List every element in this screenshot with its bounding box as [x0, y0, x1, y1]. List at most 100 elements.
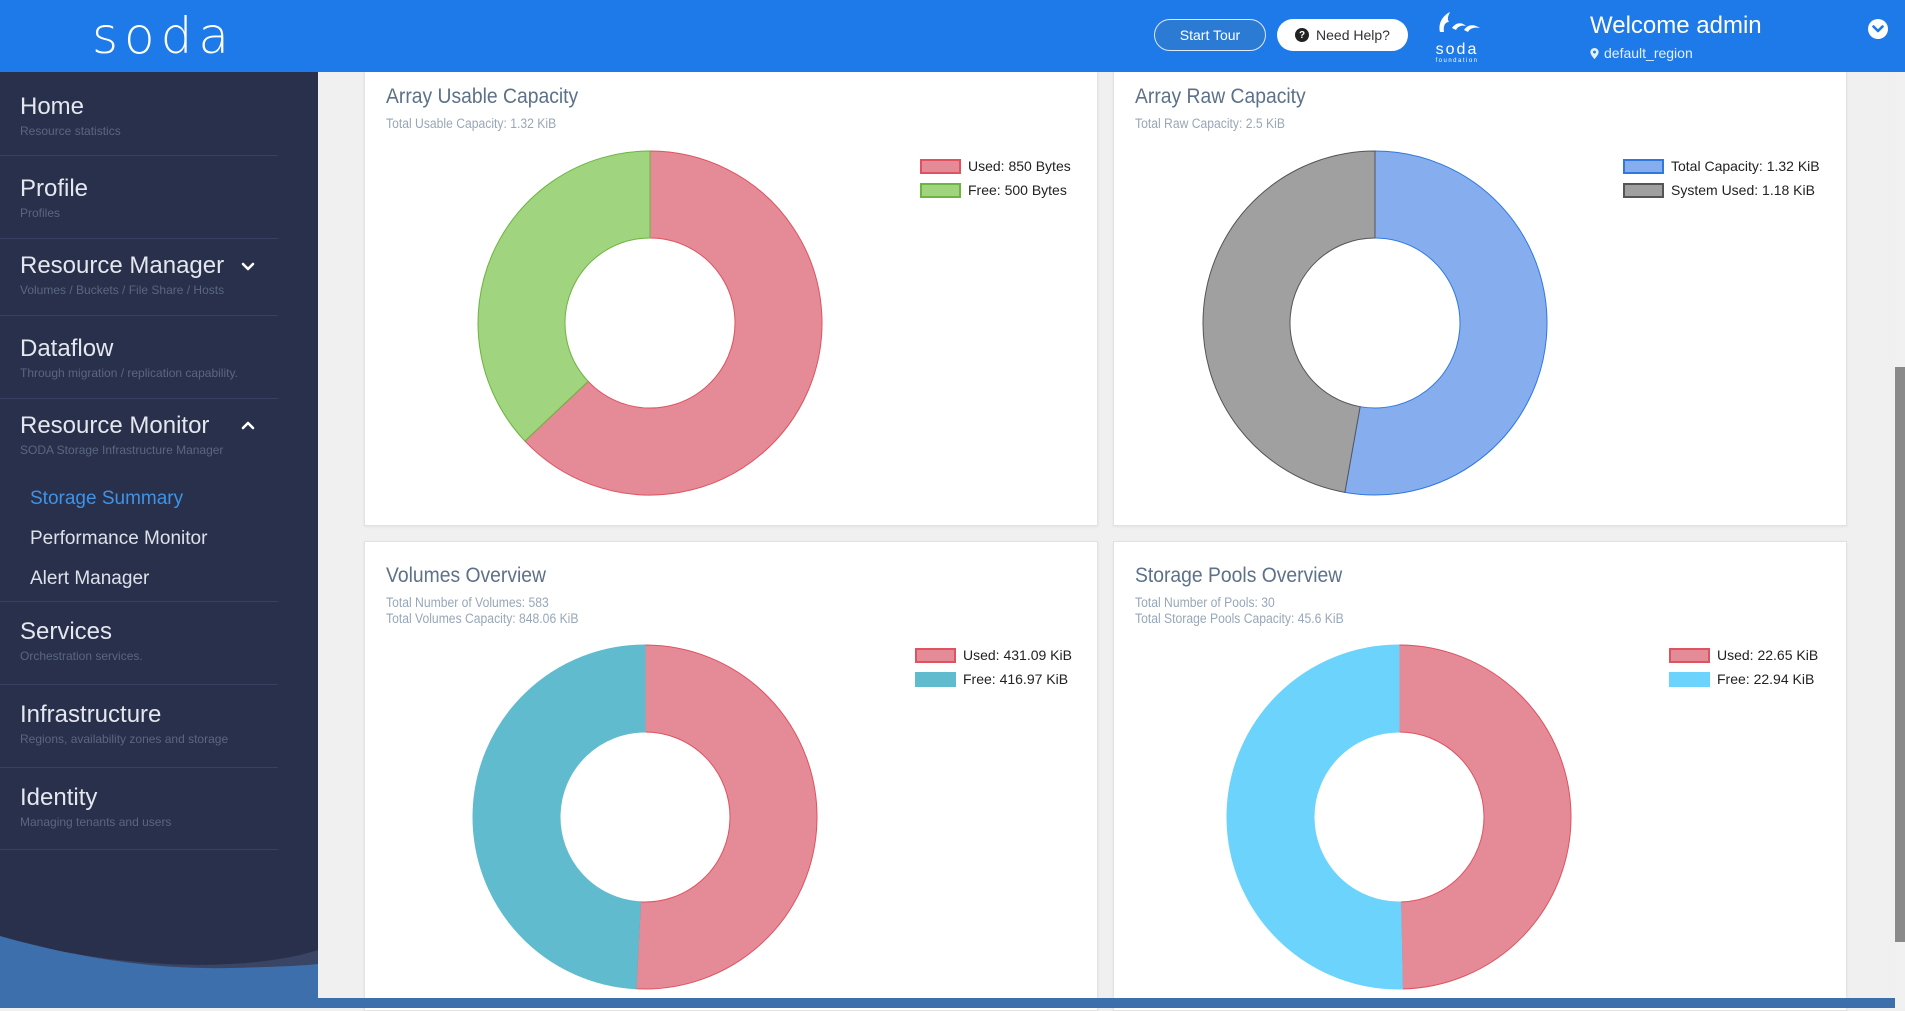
legend-item-used[interactable]: Used: 431.09 KiB [915, 643, 1072, 667]
sidebar-wave-decoration [0, 936, 318, 1008]
legend-item-total-capacity[interactable]: Total Capacity: 1.32 KiB [1623, 154, 1820, 178]
sidebar-subitem-performance-monitor[interactable]: Performance Monitor [30, 519, 278, 559]
map-pin-icon [1590, 47, 1599, 59]
sidebar-item-dataflow[interactable]: Dataflow Through migration / replication… [0, 315, 278, 398]
card-subtitle: Total Storage Pools Capacity: 45.6 KiB [1135, 611, 1344, 626]
legend-label: System Used: 1.18 KiB [1671, 182, 1815, 198]
legend-swatch [1623, 182, 1664, 198]
card-subtitle: Total Usable Capacity: 1.32 KiB [386, 116, 557, 131]
legend-swatch [1669, 647, 1710, 663]
welcome-text: Welcome admin [1590, 12, 1762, 39]
question-circle-icon: ? [1295, 28, 1310, 42]
donut-slice-1[interactable] [472, 644, 646, 990]
card-title: Array Usable Capacity [386, 85, 579, 108]
legend-label: Free: 416.97 KiB [963, 671, 1069, 687]
sidebar-item-title: Infrastructure [20, 701, 162, 728]
array-raw-capacity-donut [1202, 150, 1548, 496]
foundation-logo-sub: foundation [1435, 58, 1479, 64]
legend-item-system-used[interactable]: System Used: 1.18 KiB [1623, 178, 1820, 202]
top-header: soda Start Tour ? Need Help? soda founda… [0, 0, 1905, 72]
storage-pools-overview-donut [1226, 644, 1572, 990]
legend-label: Free: 22.94 KiB [1717, 671, 1815, 687]
donut-slice-1[interactable] [1202, 150, 1376, 493]
donut-slice-0[interactable] [635, 644, 818, 990]
need-help-label: Need Help? [1316, 27, 1390, 43]
legend-swatch [915, 647, 956, 663]
storage-pools-overview-card: Storage Pools Overview Total Number of P… [1113, 541, 1847, 1011]
sidebar-item-subtitle: Regions, availability zones and storage [20, 732, 229, 746]
legend-swatch [920, 158, 961, 174]
card-subtitle: Total Number of Volumes: 583 [386, 595, 549, 610]
array-usable-capacity-donut [477, 150, 823, 496]
sidebar-item-identity[interactable]: Identity Managing tenants and users [0, 767, 278, 850]
card-title: Volumes Overview [386, 564, 546, 587]
legend-swatch [915, 671, 956, 687]
legend-label: Used: 850 Bytes [968, 158, 1071, 174]
sidebar-subitem-storage-summary[interactable]: Storage Summary [30, 479, 278, 519]
volumes-overview-card: Volumes Overview Total Number of Volumes… [364, 541, 1098, 1011]
dolphins-icon [1428, 10, 1486, 42]
card-subtitle: Total Volumes Capacity: 848.06 KiB [386, 611, 579, 626]
array-raw-capacity-card: Array Raw Capacity Total Raw Capacity: 2… [1113, 62, 1847, 526]
start-tour-label: Start Tour [1179, 27, 1241, 43]
start-tour-button[interactable]: Start Tour [1154, 19, 1266, 51]
footer-strip [318, 998, 1905, 1008]
sidebar-item-subtitle: Resource statistics [20, 124, 121, 138]
array-usable-capacity-card: Array Usable Capacity Total Usable Capac… [364, 62, 1098, 526]
card-title: Storage Pools Overview [1135, 564, 1343, 587]
sidebar-item-subtitle: Volumes / Buckets / File Share / Hosts [20, 283, 225, 297]
soda-foundation-logo: soda foundation [1428, 10, 1486, 66]
sidebar-item-resource-monitor[interactable]: Resource Monitor SODA Storage Infrastruc… [0, 398, 278, 601]
resource-monitor-submenu: Storage Summary Performance Monitor Aler… [20, 479, 278, 599]
legend-item-free[interactable]: Free: 22.94 KiB [1669, 667, 1818, 691]
page-scrollbar[interactable] [1895, 72, 1905, 1008]
sidebar-item-resource-manager[interactable]: Resource Manager Volumes / Buckets / Fil… [0, 238, 278, 315]
sidebar-item-services[interactable]: Services Orchestration services. [0, 601, 278, 684]
soda-logo[interactable]: soda [92, 6, 235, 66]
sidebar-item-subtitle: Profiles [20, 206, 61, 220]
legend-label: Free: 500 Bytes [968, 182, 1067, 198]
legend-label: Used: 431.09 KiB [963, 647, 1072, 663]
legend-label: Used: 22.65 KiB [1717, 647, 1819, 663]
foundation-logo-name: soda [1435, 41, 1479, 58]
chart-legend: Total Capacity: 1.32 KiB System Used: 1.… [1623, 154, 1820, 202]
chart-legend: Used: 850 Bytes Free: 500 Bytes [920, 154, 1071, 202]
sidebar-item-subtitle: Orchestration services. [20, 649, 143, 663]
legend-item-used[interactable]: Used: 22.65 KiB [1669, 643, 1818, 667]
legend-swatch [920, 182, 961, 198]
volumes-overview-donut [472, 644, 818, 990]
sidebar-item-subtitle: Through migration / replication capabili… [20, 366, 238, 380]
sidebar-item-profile[interactable]: Profile Profiles [0, 155, 278, 238]
chevron-up-icon[interactable] [240, 417, 256, 433]
need-help-button[interactable]: ? Need Help? [1277, 19, 1408, 51]
sidebar-item-title: Dataflow [20, 335, 114, 362]
card-subtitle: Total Raw Capacity: 2.5 KiB [1135, 116, 1285, 131]
card-subtitle: Total Number of Pools: 30 [1135, 595, 1275, 610]
scrollbar-thumb[interactable] [1895, 367, 1905, 942]
legend-item-free[interactable]: Free: 500 Bytes [920, 178, 1071, 202]
sidebar-item-title: Home [20, 93, 85, 120]
legend-item-free[interactable]: Free: 416.97 KiB [915, 667, 1072, 691]
legend-item-used[interactable]: Used: 850 Bytes [920, 154, 1071, 178]
donut-slice-0[interactable] [1398, 644, 1572, 990]
sidebar-item-subtitle: SODA Storage Infrastructure Manager [20, 443, 224, 457]
card-title: Array Raw Capacity [1135, 85, 1306, 108]
chevron-down-icon[interactable] [240, 259, 256, 275]
region-name: default_region [1604, 45, 1693, 61]
sidebar-item-title: Identity [20, 784, 98, 811]
chart-legend: Used: 22.65 KiB Free: 22.94 KiB [1669, 643, 1818, 691]
user-menu-toggle[interactable] [1868, 19, 1888, 39]
legend-swatch [1669, 671, 1710, 687]
region-indicator: default_region [1590, 45, 1693, 61]
donut-slice-1[interactable] [1226, 644, 1403, 990]
sidebar-item-infrastructure[interactable]: Infrastructure Regions, availability zon… [0, 684, 278, 767]
donut-slice-1[interactable] [477, 150, 651, 442]
sidebar-item-title: Profile [20, 175, 89, 202]
sidebar-item-subtitle: Managing tenants and users [20, 815, 172, 829]
legend-label: Total Capacity: 1.32 KiB [1671, 158, 1820, 174]
sidebar-item-home[interactable]: Home Resource statistics [0, 72, 278, 155]
chart-legend: Used: 431.09 KiB Free: 416.97 KiB [915, 643, 1072, 691]
sidebar-subitem-alert-manager[interactable]: Alert Manager [30, 559, 278, 599]
chevron-down-icon [1872, 25, 1884, 33]
sidebar-item-title: Services [20, 618, 113, 645]
